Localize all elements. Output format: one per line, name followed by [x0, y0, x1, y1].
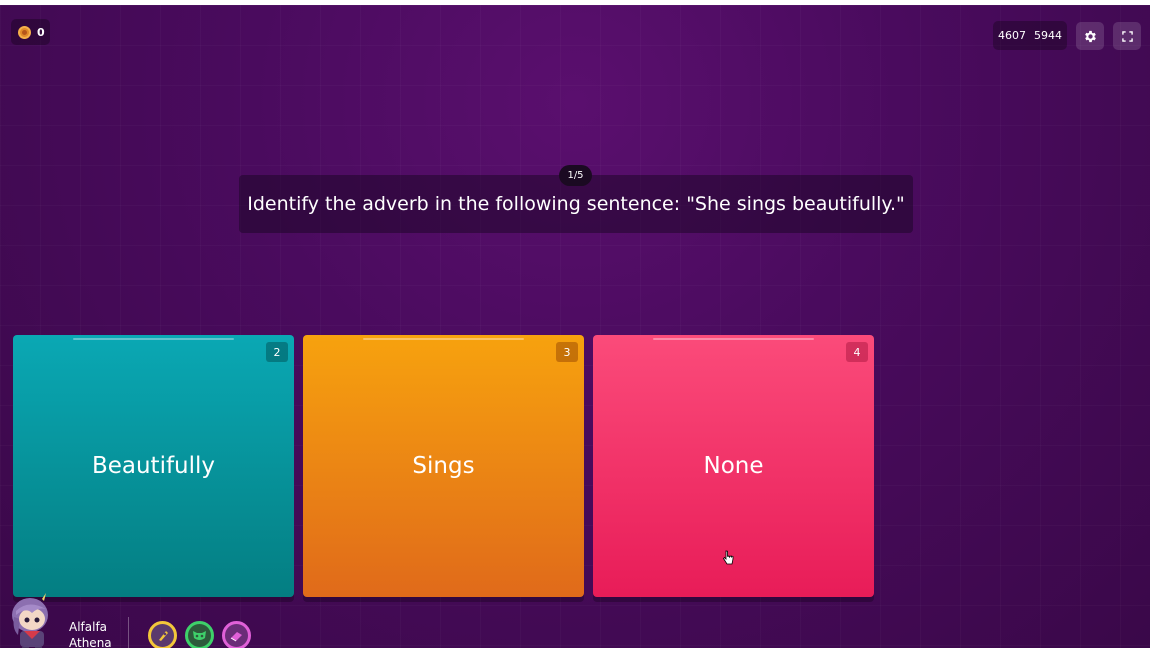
question-counter: 1/5: [559, 165, 592, 186]
player-name-line1: Alfalfa: [69, 620, 108, 634]
divider: [128, 617, 129, 648]
player-avatar: [12, 593, 48, 648]
coin-icon: [18, 25, 31, 39]
coin-count: 0: [37, 25, 45, 39]
fullscreen-icon: [1121, 30, 1133, 42]
eraser-powerup-icon: [230, 631, 242, 641]
answer-option-beautifully[interactable]: 2 Beautifully: [13, 335, 294, 597]
mask-powerup-icon: [193, 631, 206, 640]
gear-icon: [1084, 30, 1096, 42]
rocket-powerup-button[interactable]: [148, 621, 177, 648]
score-right: 5944: [1034, 29, 1062, 42]
option-number: 3: [556, 342, 578, 362]
fullscreen-button[interactable]: [1113, 22, 1141, 50]
option-label: Sings: [412, 453, 475, 479]
option-label: None: [703, 453, 764, 479]
player-name: Alfalfa Athena: [69, 619, 112, 648]
option-number: 2: [266, 342, 288, 362]
player-name-line2: Athena: [69, 636, 112, 648]
option-label: Beautifully: [91, 453, 216, 479]
score-left: 4607: [998, 29, 1026, 42]
game-stage: 0 4607 5944 1/5 Identify the adverb in t…: [0, 5, 1150, 648]
settings-button[interactable]: [1076, 22, 1104, 50]
rocket-powerup-icon: [158, 630, 168, 641]
question-text: Identify the adverb in the following sen…: [247, 193, 905, 215]
hand-cursor-icon: [722, 550, 734, 565]
eraser-powerup-button[interactable]: [222, 621, 251, 648]
mask-powerup-button[interactable]: [185, 621, 214, 648]
answer-option-sings[interactable]: 3 Sings: [303, 335, 584, 597]
coin-counter: 0: [11, 19, 50, 45]
option-number: 4: [846, 342, 868, 362]
score-display: 4607 5944: [993, 21, 1067, 50]
